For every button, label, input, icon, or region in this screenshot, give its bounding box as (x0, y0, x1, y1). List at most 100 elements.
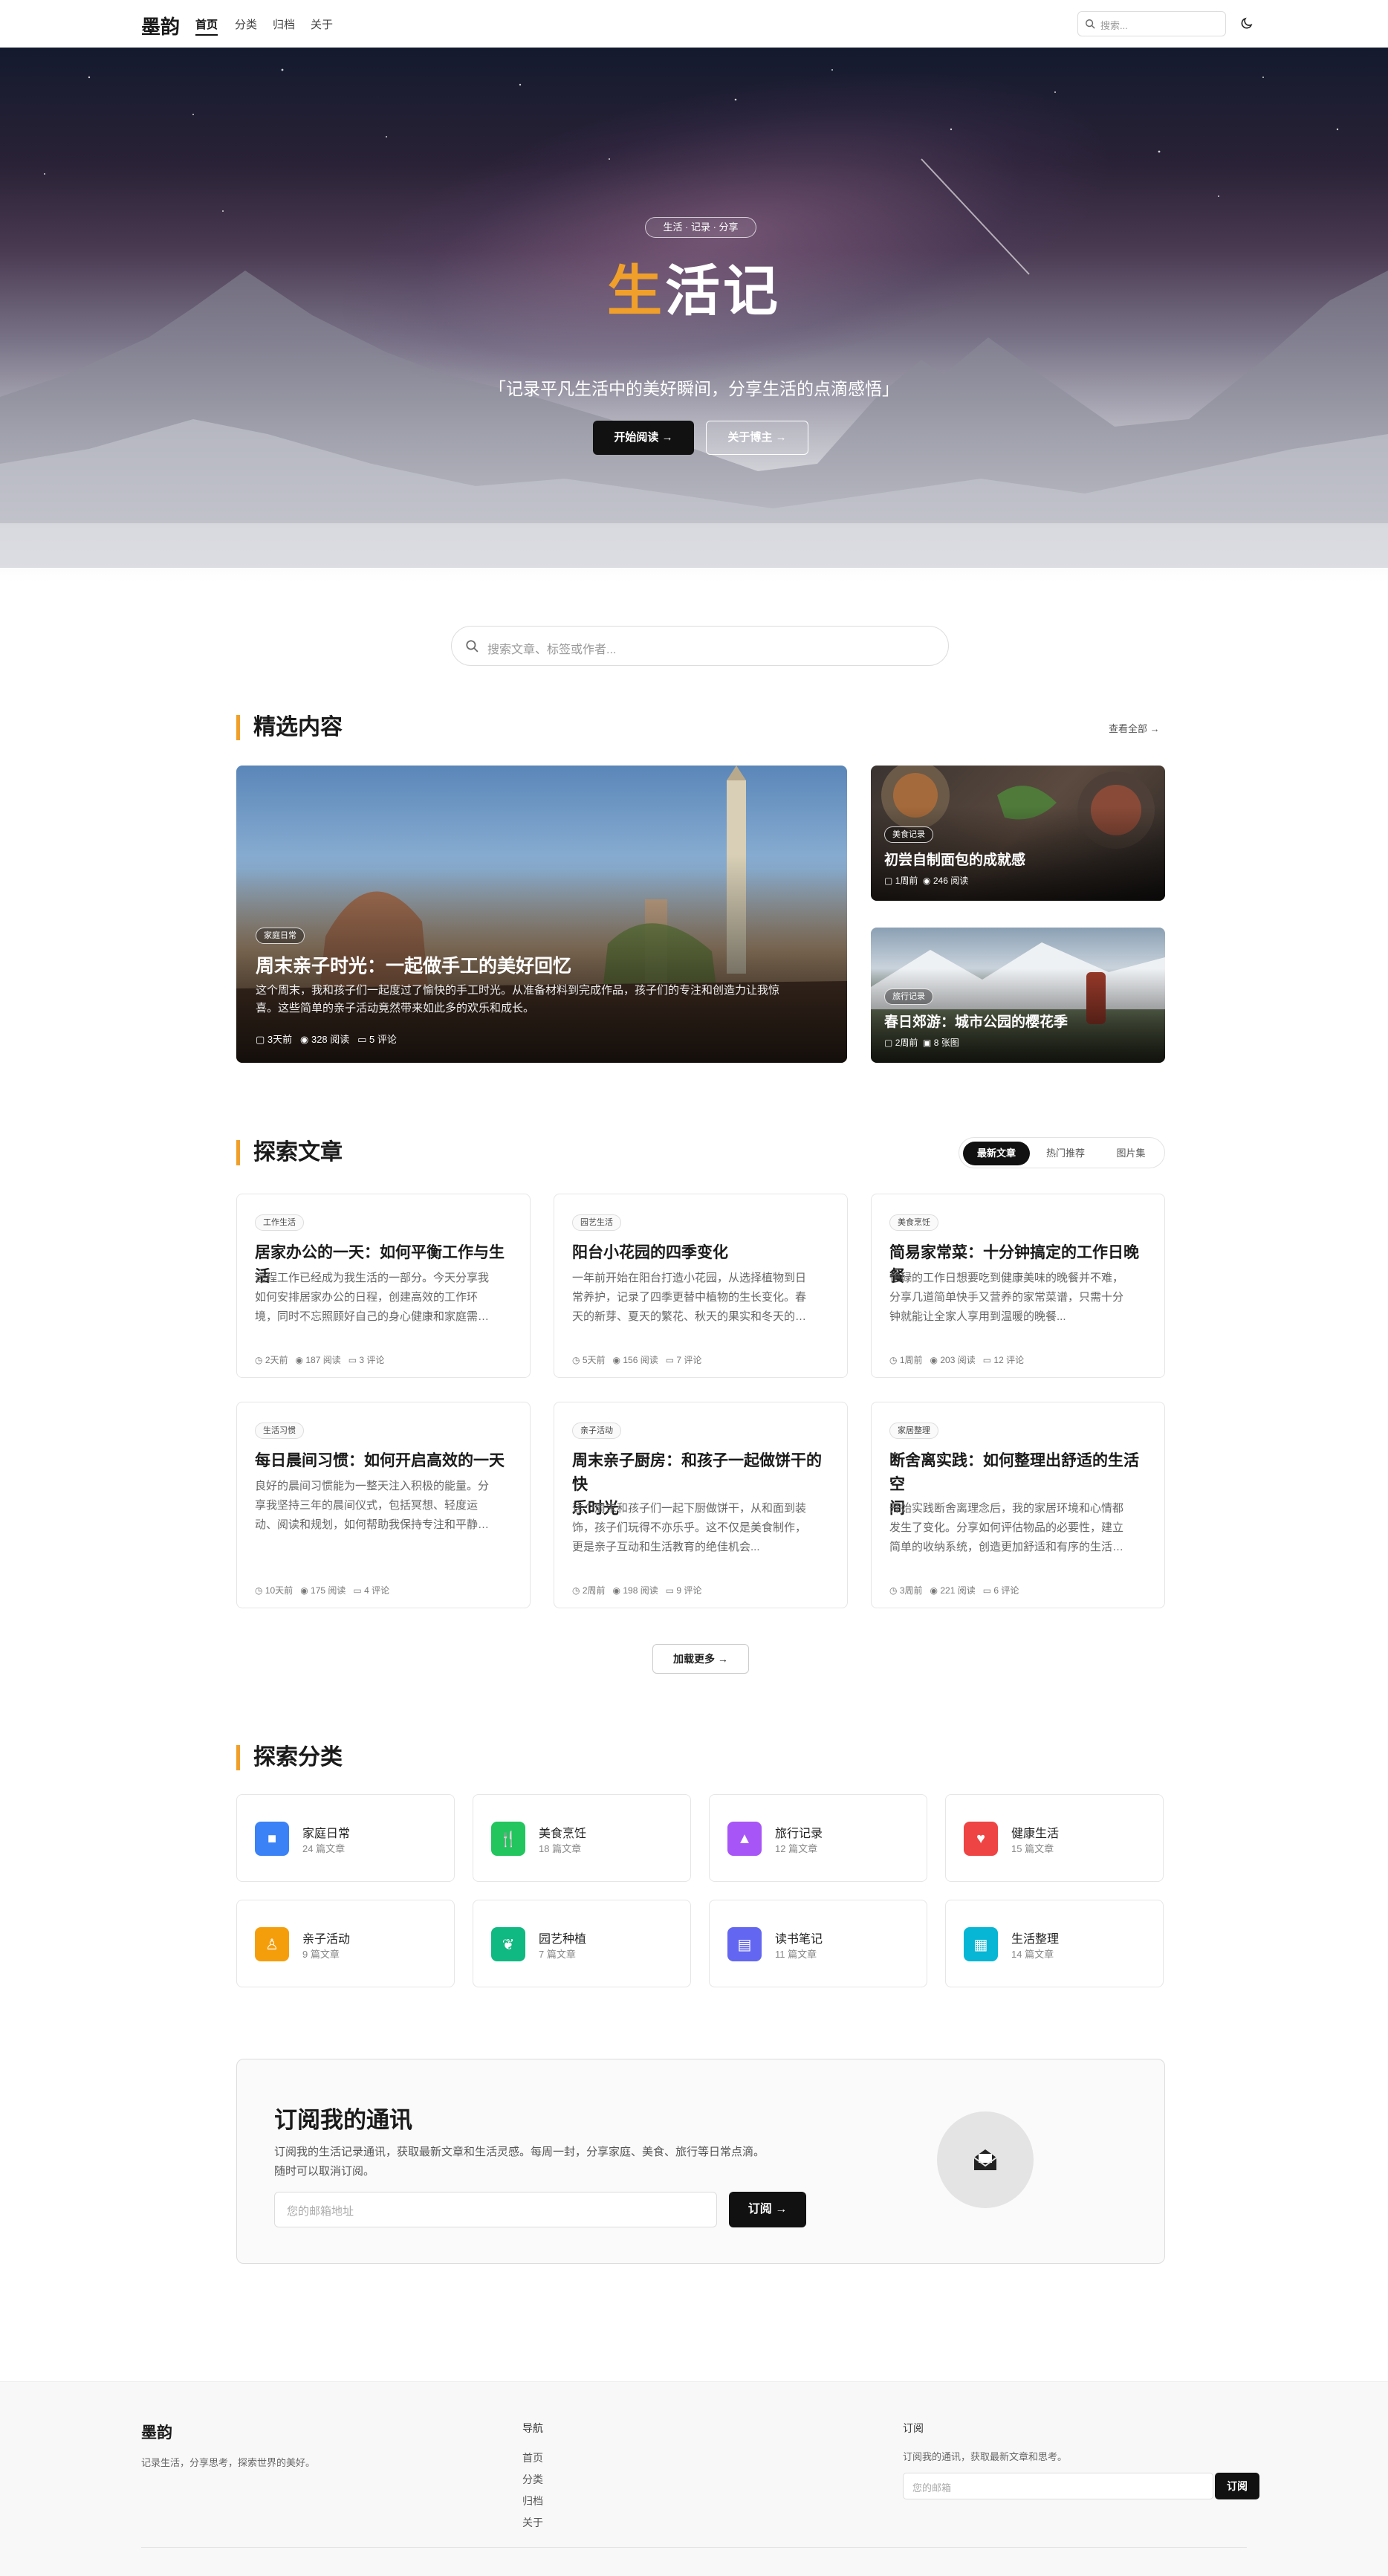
site-logo[interactable]: 墨韵 (141, 12, 180, 39)
article-card[interactable]: 亲子活动 周末亲子厨房：和孩子一起做饼干的快 乐时光 这个周末和孩子们一起下厨做饼干… (554, 1402, 848, 1608)
home-icon: ■ (255, 1822, 289, 1856)
featured-main-time: 3天前 (267, 1034, 293, 1045)
article-excerpt-line: 发生了变化。分享如何评估物品的必要性，建立 (889, 1521, 1124, 1534)
article-card[interactable]: 美食烹饪 简易家常菜：十分钟搞定的工作日晚餐 忙碌的工作日想要吃到健康美味的晚餐并… (871, 1194, 1165, 1378)
article-tag[interactable]: 家居整理 (889, 1423, 938, 1439)
category-card[interactable]: ▦ 生活整理 14 篇文章 (945, 1900, 1164, 1987)
article-tag[interactable]: 生活习惯 (255, 1423, 304, 1439)
article-excerpt-line: 钟就能让全家人享用到温暖的晚餐... (889, 1310, 1066, 1323)
featured-main-tag[interactable]: 家庭日常 (256, 928, 305, 944)
view-all-link[interactable]: 查看全部 → (1109, 721, 1160, 735)
comment-icon: ▭ (665, 1585, 675, 1596)
newsletter-desc: 订阅我的生活记录通讯，获取最新文章和生活灵感。每周一封，分享家庭、美食、旅行等日… (274, 2143, 765, 2181)
article-excerpt-line: 动、阅读和规划，如何帮助我保持专注和平静… (255, 1518, 490, 1531)
featured-heading: 精选内容 (236, 715, 343, 740)
newsletter-subscribe-button[interactable]: 订阅 → (729, 2192, 806, 2227)
about-author-button[interactable]: 关于博主 → (706, 421, 808, 455)
article-tag[interactable]: 亲子活动 (572, 1423, 621, 1439)
eye-icon: ◉ (300, 1585, 308, 1596)
article-excerpt-line: 常养护，记录了四季更替中植物的生长变化。春 (572, 1291, 807, 1304)
calendar-icon: ▢ (884, 1038, 893, 1048)
category-card[interactable]: ▲ 旅行记录 12 篇文章 (709, 1794, 927, 1882)
category-name: 健康生活 (1011, 1828, 1060, 1840)
featured-side-card-1[interactable]: 美食记录 初尝自制面包的成就感 ▢ 1周前 ◉ 246 阅读 (871, 766, 1165, 901)
article-meta: ◷ 2天前 ◉ 187 阅读 ▭ 3 评论 (255, 1353, 384, 1366)
footer-email-input[interactable]: 您的邮箱 (903, 2473, 1213, 2499)
featured-side-time-1: 1周前 (895, 876, 918, 886)
footer-link-archive[interactable]: 归档 (522, 2494, 543, 2508)
article-title[interactable]: 阳台小花园的四季变化 (572, 1240, 832, 1264)
article-card[interactable]: 家居整理 断舍离实践：如何整理出舒适的生活空间开始实践断舍离理念后，我的家居环境… (871, 1402, 1165, 1608)
article-views: 203 阅读 (940, 1355, 976, 1365)
category-card[interactable]: ■ 家庭日常 24 篇文章 (236, 1794, 455, 1882)
article-excerpt: 一年前开始在阳台打造小花园，从选择植物到日 常养护，记录了四季更替中植物的生长变化… (572, 1269, 832, 1327)
article-tag[interactable]: 工作生活 (255, 1214, 304, 1231)
article-excerpt-line: 忙碌的工作日想要吃到健康美味的晚餐并不难， (889, 1272, 1124, 1284)
article-excerpt-line: 这个周末和孩子们一起下厨做饼干，从和面到装 (572, 1502, 807, 1515)
main-search-input[interactable]: 搜索文章、标签或作者... (451, 626, 949, 666)
category-name: 生活整理 (1011, 1933, 1060, 1946)
nav-link-categories[interactable]: 分类 (235, 16, 257, 32)
footer-brand[interactable]: 墨韵 (141, 2421, 172, 2443)
tab-popular[interactable]: 热门推荐 (1034, 1142, 1097, 1165)
footer-nav-heading: 导航 (522, 2422, 543, 2434)
book-icon: ▤ (727, 1927, 762, 1961)
article-tag[interactable]: 美食烹饪 (889, 1214, 938, 1231)
featured-side-tag-2[interactable]: 旅行记录 (884, 988, 933, 1005)
newsletter-section: 订阅我的通讯 订阅我的生活记录通讯，获取最新文章和生活灵感。每周一封，分享家庭、… (236, 2059, 1165, 2264)
footer-link-about[interactable]: 关于 (522, 2515, 543, 2530)
article-title[interactable]: 每日晨间习惯：如何开启高效的一天 (255, 1449, 515, 1472)
nav-link-archive[interactable]: 归档 (273, 16, 295, 32)
article-card[interactable]: 生活习惯 每日晨间习惯：如何开启高效的一天 良好的晨间习惯能为一整天注入积极的能量… (236, 1402, 531, 1608)
featured-side-tag-1[interactable]: 美食记录 (884, 826, 933, 843)
article-tag[interactable]: 园艺生活 (572, 1214, 621, 1231)
nav-link-home[interactable]: 首页 (195, 16, 218, 36)
tab-latest[interactable]: 最新文章 (963, 1142, 1030, 1165)
article-comments: 6 评论 (993, 1585, 1019, 1596)
featured-main-title[interactable]: 周末亲子时光：一起做手工的美好回忆 (256, 951, 571, 978)
article-comments: 4 评论 (364, 1585, 390, 1596)
hero-title-rest: 活记 (665, 262, 781, 323)
article-time: 2天前 (265, 1355, 288, 1365)
featured-side-title-2[interactable]: 春日郊游：城市公园的樱花季 (884, 1011, 1068, 1031)
article-comments: 12 评论 (993, 1355, 1025, 1365)
featured-side-title-1[interactable]: 初尝自制面包的成就感 (884, 849, 1025, 869)
featured-main-meta: ▢ 3天前 ◉ 328 阅读 ▭ 5 评论 (256, 1032, 397, 1046)
category-card[interactable]: 🍴 美食烹饪 18 篇文章 (473, 1794, 691, 1882)
featured-side-meta-1: ▢ 1周前 ◉ 246 阅读 (884, 874, 968, 887)
image-icon: ▣ (923, 1038, 932, 1048)
footer-link-home[interactable]: 首页 (522, 2450, 543, 2465)
article-card[interactable]: 园艺生活 阳台小花园的四季变化一年前开始在阳台打造小花园，从选择植物到日 常养护，… (554, 1194, 848, 1378)
load-more-button[interactable]: 加载更多 → (652, 1644, 749, 1674)
footer-subscribe-button[interactable]: 订阅 (1215, 2473, 1259, 2499)
featured-side-views-2: 8 张图 (933, 1038, 959, 1048)
featured-main-desc-line2: 喜。这些简单的亲子活动竟然带来如此多的欢乐和成长。 (256, 1002, 535, 1014)
category-card[interactable]: ❦ 园艺种植 7 篇文章 (473, 1900, 691, 1987)
box-icon: ▦ (964, 1927, 998, 1961)
article-card[interactable]: 工作生活 居家办公的一天：如何平衡工作与生活 远程工作已经成为我生活的一部分。今天… (236, 1194, 531, 1378)
start-reading-button[interactable]: 开始阅读 → (593, 421, 694, 455)
featured-main-views: 328 阅读 (311, 1034, 350, 1045)
seedling-icon: ❦ (491, 1927, 525, 1961)
tab-gallery[interactable]: 图片集 (1100, 1142, 1161, 1165)
category-card[interactable]: ♙ 亲子活动 9 篇文章 (236, 1900, 455, 1987)
nav-search-input[interactable]: 搜索... (1077, 11, 1226, 36)
view-all-label: 查看全部 (1109, 723, 1148, 734)
newsletter-email-input[interactable]: 您的邮箱地址 (274, 2192, 717, 2227)
category-card[interactable]: ▤ 读书笔记 11 篇文章 (709, 1900, 927, 1987)
article-title-line1: 断舍离实践：如何整理出舒适的生活空 (889, 1452, 1139, 1493)
hero-subtitle: 「记录平凡生活中的美好瞬间，分享生活的点滴感悟」 (489, 379, 899, 398)
clock-icon: ◷ (255, 1355, 263, 1365)
child-icon: ♙ (255, 1927, 289, 1961)
category-count: 18 篇文章 (539, 1843, 582, 1854)
featured-main-card[interactable]: 家庭日常 周末亲子时光：一起做手工的美好回忆 这个周末，我和孩子们一起度过了愉快… (236, 766, 847, 1063)
footer-email-placeholder: 您的邮箱 (912, 2482, 952, 2494)
eye-icon: ◉ (612, 1585, 621, 1596)
footer-link-categories[interactable]: 分类 (522, 2472, 543, 2487)
category-card[interactable]: ♥ 健康生活 15 篇文章 (945, 1794, 1164, 1882)
dark-mode-toggle-icon[interactable] (1239, 16, 1254, 30)
newsletter-title: 订阅我的通讯 (274, 2107, 412, 2133)
featured-side-card-2[interactable]: 旅行记录 春日郊游：城市公园的樱花季 ▢ 2周前 ▣ 8 张图 (871, 928, 1165, 1063)
article-time: 5天前 (582, 1355, 606, 1365)
nav-link-about[interactable]: 关于 (311, 16, 333, 32)
